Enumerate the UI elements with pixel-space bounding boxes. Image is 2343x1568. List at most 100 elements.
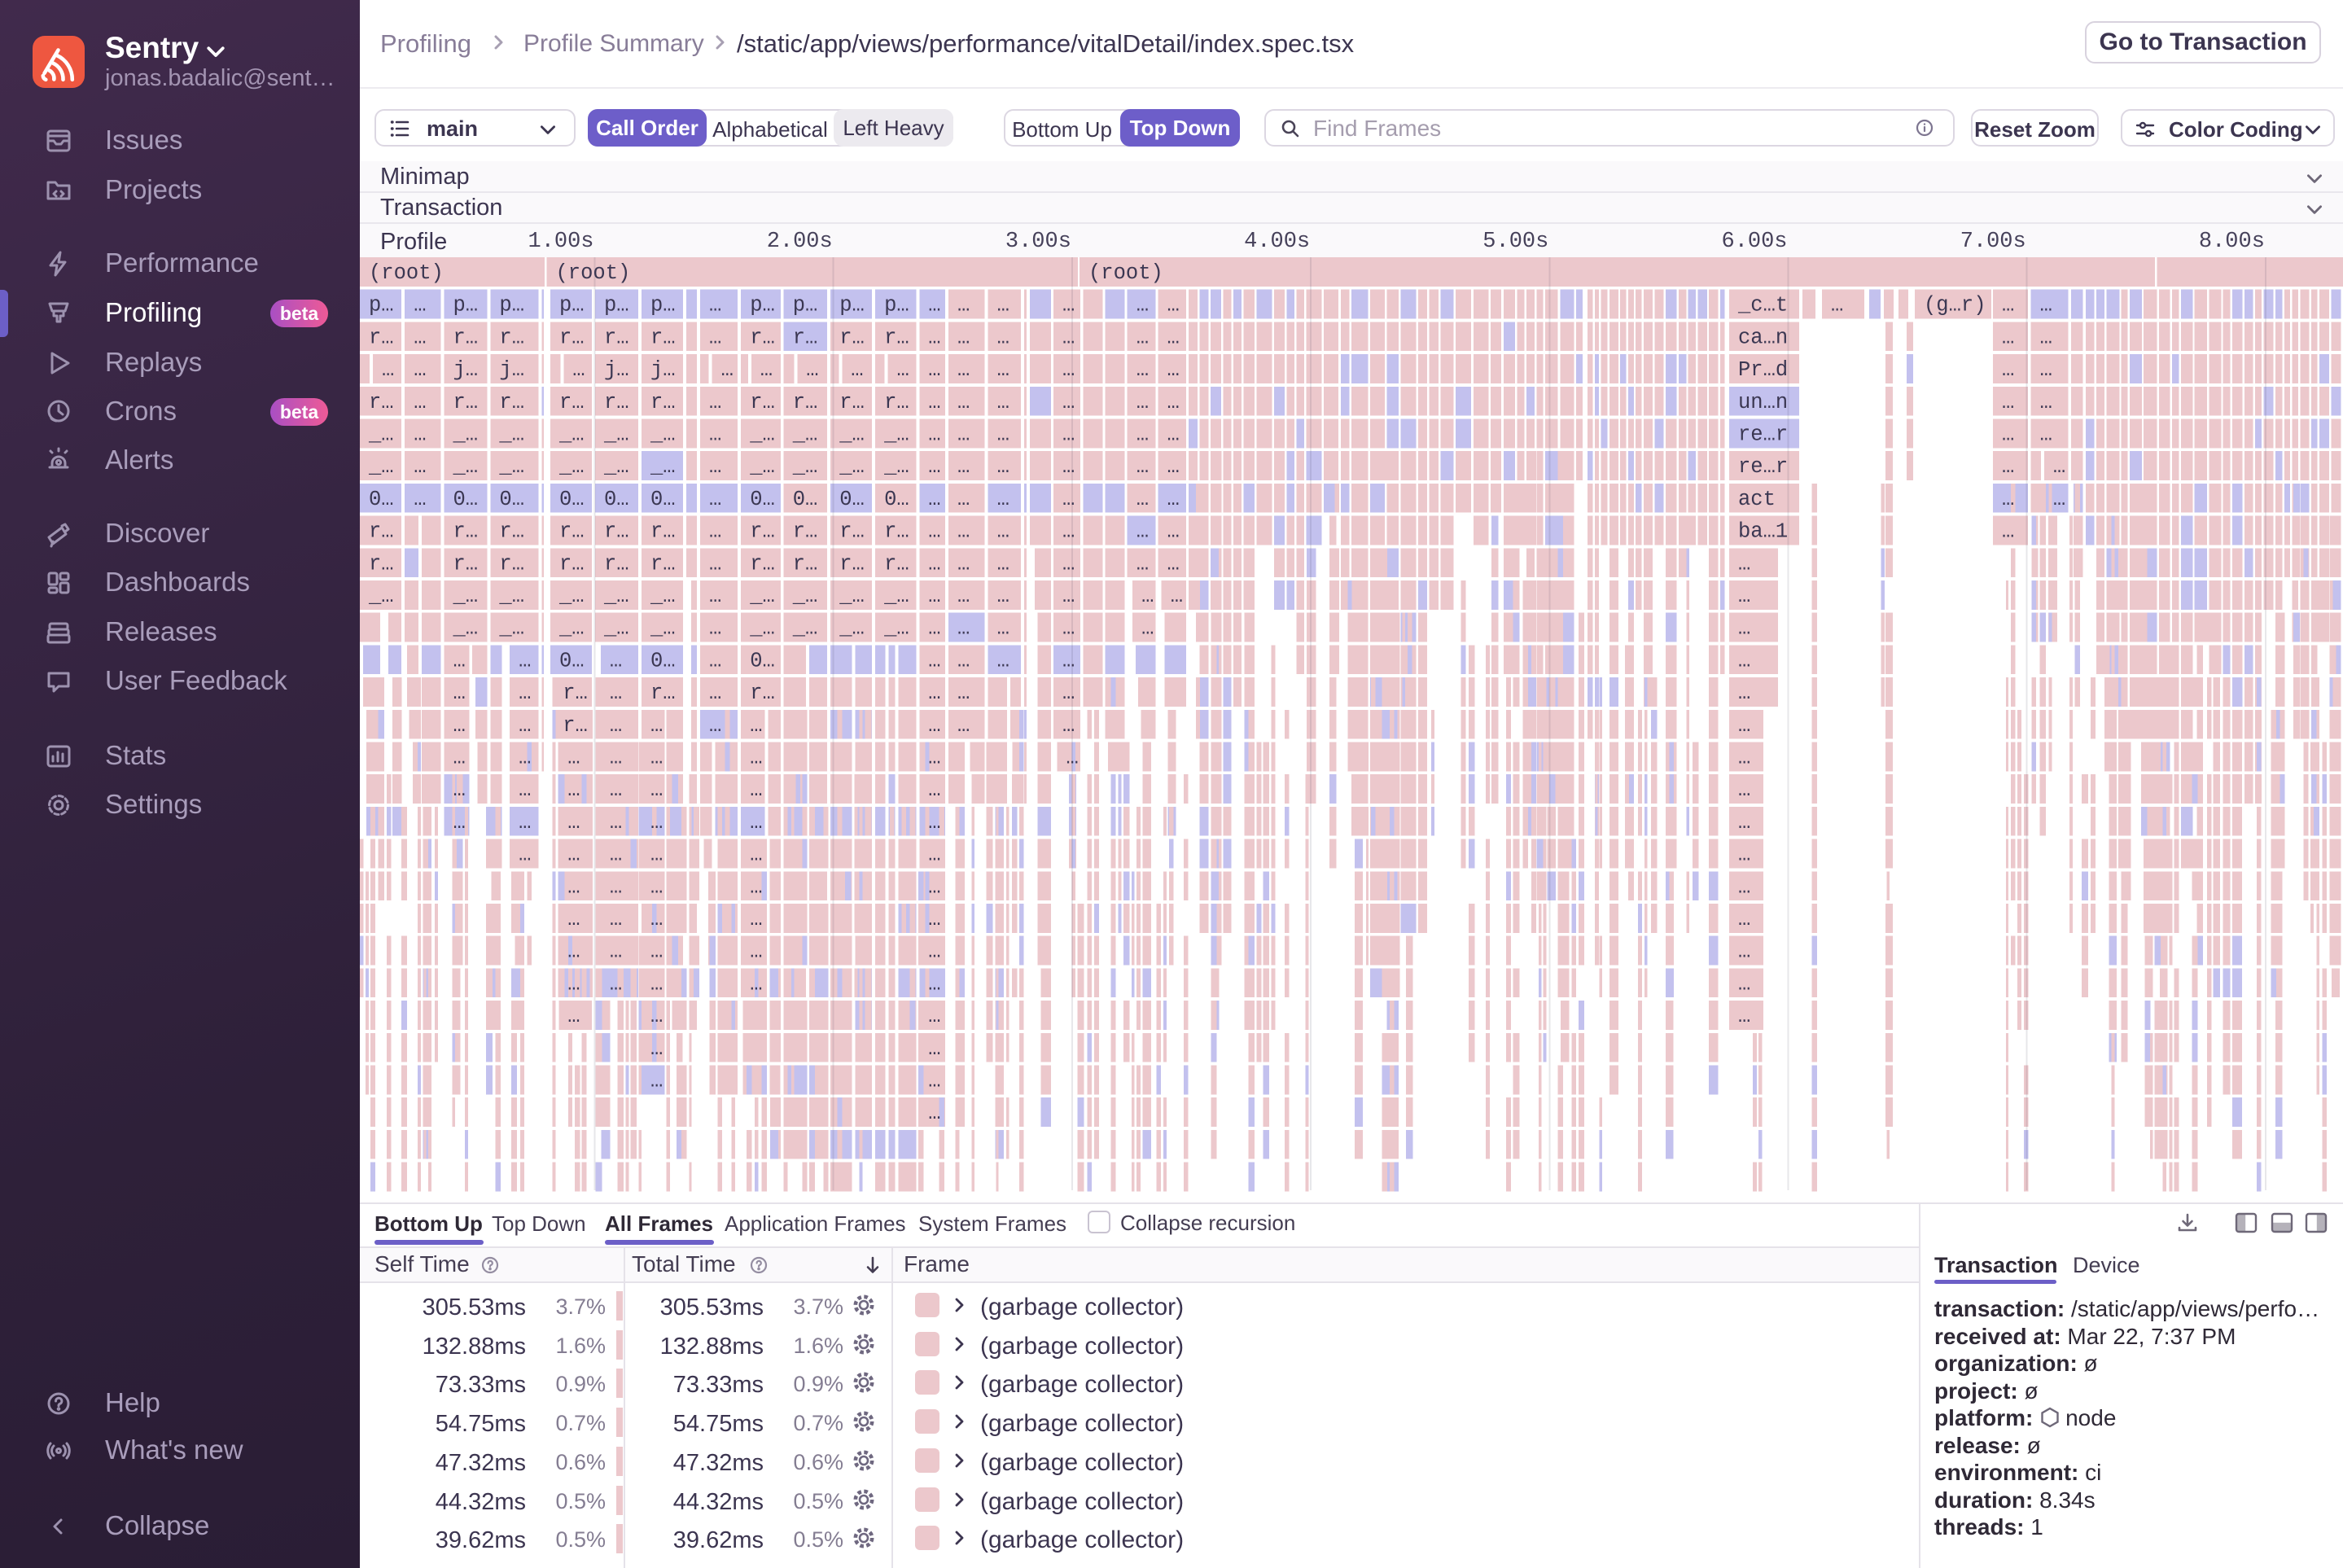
svg-text:…: … [2002, 520, 2014, 544]
svg-text:…: … [519, 714, 531, 738]
svg-text:…: … [610, 714, 622, 738]
svg-text:…: … [750, 843, 762, 867]
svg-text:…: … [957, 681, 970, 705]
svg-text:…: … [1738, 617, 1750, 641]
svg-text:…: … [453, 681, 466, 705]
svg-text:…: … [1738, 747, 1750, 770]
svg-text:…: … [1062, 358, 1075, 382]
svg-text:0…: 0… [750, 649, 775, 672]
svg-text:0…: 0… [453, 488, 479, 511]
svg-text:…: … [650, 747, 663, 770]
svg-text:…: … [957, 326, 970, 349]
svg-text:…: … [851, 358, 863, 382]
svg-text:_…: _… [883, 617, 909, 641]
svg-text:…: … [650, 875, 663, 899]
svg-text:ba…1: ba…1 [1738, 520, 1788, 544]
svg-text:…: … [610, 908, 622, 931]
svg-text:_…: _… [453, 455, 479, 479]
svg-text:…: … [928, 811, 940, 834]
svg-text:…: … [928, 1102, 940, 1125]
svg-text:…: … [519, 747, 531, 770]
svg-text:0…: 0… [650, 488, 676, 511]
svg-text:(root): (root) [556, 261, 631, 285]
svg-text:…: … [519, 811, 531, 834]
svg-text:…: … [957, 552, 970, 576]
svg-text:r…: r… [884, 391, 909, 414]
svg-text:…: … [957, 617, 970, 641]
svg-text:…: … [1062, 423, 1075, 447]
svg-text:r…: r… [369, 391, 394, 414]
svg-text:…: … [1738, 585, 1750, 608]
svg-text:…: … [2002, 423, 2014, 447]
svg-text:…: … [453, 778, 466, 802]
svg-text:…: … [453, 649, 466, 672]
svg-text:…: … [414, 326, 426, 349]
svg-text:…: … [610, 972, 622, 996]
svg-text:_…: _… [558, 585, 585, 608]
svg-text:…: … [750, 778, 762, 802]
svg-text:…: … [957, 391, 970, 414]
svg-text:…: … [928, 294, 940, 318]
svg-text:_…: _… [839, 617, 865, 641]
svg-text:…: … [1738, 811, 1750, 834]
svg-text:…: … [519, 681, 531, 705]
svg-text:…: … [1136, 294, 1149, 318]
svg-text:…: … [997, 358, 1009, 382]
svg-text:r…: r… [499, 326, 524, 349]
svg-text:un…n: un…n [1738, 391, 1788, 414]
svg-text:…: … [2053, 455, 2065, 479]
svg-text:…: … [1167, 326, 1180, 349]
svg-text:_…: _… [792, 617, 818, 641]
svg-text:…: … [709, 488, 721, 511]
svg-text:…: … [957, 520, 970, 544]
svg-text:p…: p… [369, 294, 394, 318]
svg-text:p…: p… [839, 294, 865, 318]
svg-text:r…: r… [559, 326, 585, 349]
svg-text:…: … [2040, 423, 2052, 447]
svg-text:…: … [928, 488, 940, 511]
svg-text:_…: _… [453, 423, 479, 447]
svg-text:…: … [2002, 326, 2014, 349]
svg-text:_…: _… [498, 455, 524, 479]
svg-text:…: … [1141, 585, 1154, 608]
svg-text:r…: r… [559, 552, 585, 576]
svg-text:…: … [997, 488, 1009, 511]
svg-text:…: … [2002, 391, 2014, 414]
svg-text:…: … [414, 423, 426, 447]
svg-text:…: … [414, 358, 426, 382]
svg-text:…: … [709, 617, 721, 641]
svg-text:p…: p… [793, 294, 818, 318]
svg-text:…: … [709, 649, 721, 672]
svg-text:_…: _… [368, 455, 394, 479]
svg-text:_…: _… [453, 585, 479, 608]
svg-text:…: … [567, 778, 580, 802]
svg-text:…: … [709, 714, 721, 738]
svg-text:…: … [928, 875, 940, 899]
svg-text:…: … [650, 972, 663, 996]
svg-text:…: … [610, 843, 622, 867]
svg-text:…: … [414, 455, 426, 479]
svg-text:_…: _… [603, 617, 629, 641]
svg-text:r…: r… [650, 681, 676, 705]
svg-text:…: … [610, 747, 622, 770]
svg-text:r…: r… [453, 391, 479, 414]
svg-text:…: … [928, 1070, 940, 1093]
svg-text:_…: _… [650, 423, 676, 447]
svg-text:…: … [928, 843, 940, 867]
svg-text:…: … [1062, 455, 1075, 479]
svg-text:_…: _… [650, 585, 676, 608]
svg-text:…: … [928, 552, 940, 576]
svg-text:…: … [709, 423, 721, 447]
svg-text:…: … [453, 714, 466, 738]
svg-text:…: … [1062, 552, 1075, 576]
svg-text:…: … [2002, 294, 2014, 318]
svg-text:…: … [453, 811, 466, 834]
svg-text:…: … [709, 294, 721, 318]
svg-text:…: … [610, 778, 622, 802]
svg-text:…: … [1171, 585, 1183, 608]
svg-text:…: … [997, 455, 1009, 479]
svg-text:_…: _… [792, 585, 818, 608]
svg-text:_…: _… [650, 617, 676, 641]
svg-text:…: … [1062, 649, 1075, 672]
svg-text:…: … [382, 358, 394, 382]
